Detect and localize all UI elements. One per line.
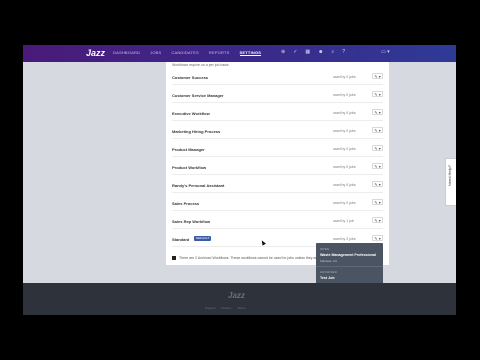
search-icon[interactable]: ⌕ — [331, 49, 334, 55]
tooltip-job[interactable]: Waste Management Professional — [320, 253, 376, 257]
help-tab-label: Need Help? — [447, 165, 452, 187]
workflow-edit-button[interactable]: ✎ ▾ — [372, 91, 383, 97]
workflow-usage: used by 0 jobs — [333, 183, 356, 187]
tooltip-job[interactable]: Test Job — [320, 276, 335, 280]
workflow-usage: used by 0 jobs — [333, 93, 356, 97]
logo[interactable]: Jazz — [86, 48, 105, 58]
calendar-icon[interactable]: ▦ — [305, 49, 310, 55]
workflow-usage: used by 0 jobs — [333, 147, 356, 151]
workflow-edit-button[interactable]: ✎ ▾ — [372, 217, 383, 223]
users-icon[interactable]: ☻ — [318, 49, 323, 55]
workflow-edit-button[interactable]: ✎ ▾ — [372, 145, 383, 151]
footer-links: Support Privacy Terms — [205, 306, 246, 310]
workflow-usage: used by 1 job — [333, 219, 354, 223]
top-nav: Jazz DASHBOARD JOBS CANDIDATES REPORTS S… — [23, 45, 456, 62]
default-badge: DEFAULT — [194, 236, 212, 241]
workflow-row: Customer Service Manager used by 0 jobs … — [172, 86, 383, 103]
workflow-name[interactable]: Customer Success — [172, 75, 208, 80]
workflow-edit-button[interactable]: ✎ ▾ — [372, 163, 383, 169]
workflow-usage: used by 0 jobs — [333, 111, 356, 115]
workflow-name[interactable]: Randy's Personal Assistant — [172, 183, 224, 188]
footer-link-terms[interactable]: Terms — [237, 306, 245, 310]
nav-link-settings[interactable]: SETTINGS — [239, 50, 262, 56]
workflow-usage: used by 0 jobs — [333, 201, 356, 205]
footer-logo: Jazz — [228, 291, 245, 300]
workflow-edit-button[interactable]: ✎ ▾ — [372, 199, 383, 205]
video-frame: Jazz DASHBOARD JOBS CANDIDATES REPORTS S… — [0, 0, 480, 360]
workflow-usage: used by 0 jobs — [333, 75, 356, 79]
nav-link-dashboard[interactable]: DASHBOARD — [113, 50, 140, 56]
workflow-name[interactable]: Sales Process — [172, 201, 199, 206]
nav-links: DASHBOARD JOBS CANDIDATES REPORTS SETTIN… — [113, 50, 262, 56]
workflow-name[interactable]: Standard — [172, 237, 189, 242]
workflow-name[interactable]: Customer Service Manager — [172, 93, 224, 98]
account-icon[interactable]: ▭ ▾ — [381, 49, 390, 55]
footer: Jazz Support Privacy Terms — [23, 283, 456, 315]
workflow-name[interactable]: Product Manager — [172, 147, 205, 152]
app-window: Jazz DASHBOARD JOBS CANDIDATES REPORTS S… — [23, 45, 456, 315]
workflow-name[interactable]: Sales Rep Workflow — [172, 219, 210, 224]
workflow-name[interactable]: Marketing Hiring Process — [172, 129, 220, 134]
footer-link-privacy[interactable]: Privacy — [222, 306, 232, 310]
workflow-row: Executive Workflow used by 0 jobs ✎ ▾ — [172, 104, 383, 121]
tooltip-job-location: Fairview, CA — [320, 259, 337, 263]
workflow-row: Sales Process used by 0 jobs ✎ ▾ — [172, 194, 383, 211]
workflow-name[interactable]: Executive Workflow — [172, 111, 210, 116]
person-add-icon[interactable]: ⊕ — [281, 49, 285, 55]
tooltip-divider — [316, 266, 383, 267]
workflow-row: Sales Rep Workflow used by 1 job ✎ ▾ — [172, 212, 383, 229]
nav-icons: ⊕ ✓ ▦ ☻ ⌕ ? — [281, 49, 345, 55]
help-icon[interactable]: ? — [342, 49, 345, 55]
workflow-row: Product Manager used by 0 jobs ✎ ▾ — [172, 140, 383, 157]
archived-notice: There are 2 Archived Workflows. These wo… — [172, 256, 333, 260]
footer-link-support[interactable]: Support — [205, 306, 216, 310]
workflow-usage: used by 0 jobs — [333, 165, 356, 169]
workflow-row: Randy's Personal Assistant used by 0 job… — [172, 176, 383, 193]
nav-link-jobs[interactable]: JOBS — [150, 50, 161, 56]
help-tab[interactable]: Need Help? — [445, 158, 456, 206]
nav-link-candidates[interactable]: CANDIDATES — [171, 50, 198, 56]
archived-notice-text[interactable]: There are 2 Archived Workflows. These wo… — [179, 256, 333, 260]
check-icon[interactable]: ✓ — [293, 49, 297, 55]
workflow-usage: used by 0 jobs — [333, 129, 356, 133]
workflow-row: Customer Success used by 0 jobs ✎ ▾ — [172, 68, 383, 85]
tooltip-section-open: OPEN — [320, 247, 330, 251]
workflow-usage[interactable]: used by 2 jobs — [333, 237, 356, 241]
workflow-edit-button[interactable]: ✎ ▾ — [372, 127, 383, 133]
workflow-edit-button[interactable]: ✎ ▾ — [372, 181, 383, 187]
workflows-intro: Workflows require on a per job basis. — [172, 63, 230, 67]
nav-link-reports[interactable]: REPORTS — [209, 50, 230, 56]
workflow-row: Marketing Hiring Process used by 0 jobs … — [172, 122, 383, 139]
workflow-row: Product Workflow used by 0 jobs ✎ ▾ — [172, 158, 383, 175]
workflow-edit-button[interactable]: ✎ ▾ — [372, 73, 383, 79]
workflow-edit-button[interactable]: ✎ ▾ — [372, 109, 383, 115]
archive-icon — [172, 256, 176, 260]
workflow-name[interactable]: Product Workflow — [172, 165, 206, 170]
tooltip-section-archived: ARCHIVED — [320, 270, 338, 274]
workflow-edit-button[interactable]: ✎ ▾ — [372, 235, 383, 241]
workflows-panel: Workflows require on a per job basis. Cu… — [166, 62, 389, 265]
